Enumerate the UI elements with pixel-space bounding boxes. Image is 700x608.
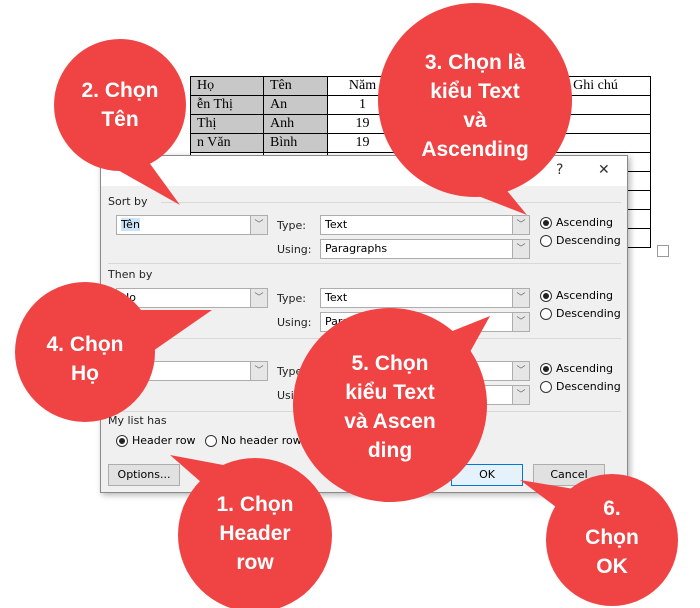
callout-6: 6. Chọn OK [585,497,639,578]
callout-5: 5. Chọn kiểu Text và Ascen ding [344,352,436,462]
callout-1: 1. Chọn Header row [216,493,294,574]
callout-4: 4. Chọn Họ [46,333,124,385]
callout-3: 3. Chọn là kiểu Text và Ascending [421,51,529,161]
callout-2: 2. Chọn Tên [81,79,159,131]
